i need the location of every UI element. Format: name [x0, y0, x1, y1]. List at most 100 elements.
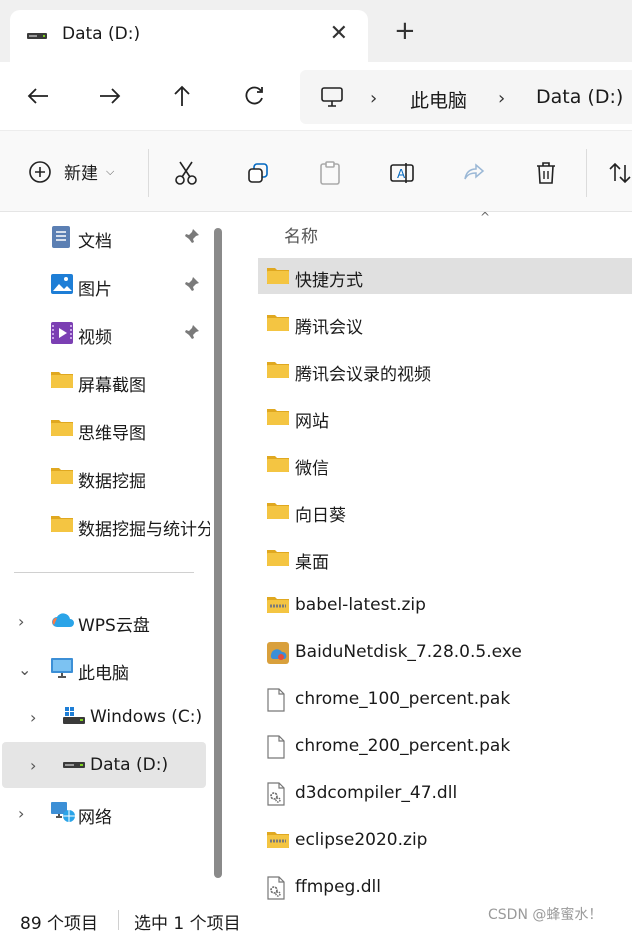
breadcrumb-chevron-icon[interactable]: ›	[370, 88, 377, 109]
breadcrumb-this-pc[interactable]: 此电脑	[410, 86, 467, 113]
address-bar[interactable]: › 此电脑 › Data (D:)	[300, 70, 632, 124]
file-row[interactable]: 桌面	[258, 540, 632, 576]
sidebar-item-windows-c[interactable]: › Windows (C:)	[0, 694, 210, 740]
sidebar-item-label: 屏幕截图	[78, 376, 146, 396]
sidebar-item-data-mining-stats[interactable]: 数据挖掘与统计分	[0, 502, 210, 548]
file-row[interactable]: chrome_200_percent.pak	[258, 728, 632, 764]
copy-icon	[248, 163, 268, 183]
back-button[interactable]	[22, 80, 54, 112]
chevron-right-icon[interactable]: ›	[18, 804, 24, 823]
toolbar-divider	[586, 149, 587, 197]
folder-icon	[50, 465, 74, 489]
refresh-button[interactable]	[238, 80, 270, 112]
dll-file-icon	[266, 876, 290, 900]
file-row[interactable]: ffmpeg.dll	[258, 869, 632, 905]
title-bar: Data (D:) ✕ +	[0, 0, 632, 62]
arrow-up-icon	[174, 85, 190, 106]
new-button[interactable]: 新建 ⌵	[28, 159, 114, 184]
delete-button[interactable]	[530, 157, 562, 189]
sort-ascending-icon: ^	[480, 210, 491, 224]
refresh-icon	[245, 86, 263, 105]
sidebar-item-screenshots[interactable]: 屏幕截图	[0, 358, 210, 404]
file-name: eclipse2020.zip	[295, 830, 428, 850]
breadcrumb-data-d[interactable]: Data (D:)	[536, 86, 623, 108]
file-icon	[266, 688, 290, 712]
chevron-right-icon[interactable]: ›	[18, 612, 24, 631]
copy-button[interactable]	[242, 157, 274, 189]
sidebar-item-wps-cloud[interactable]: › WPS云盘	[0, 598, 210, 644]
forward-button[interactable]	[94, 80, 126, 112]
chevron-down-icon: ⌵	[106, 164, 115, 178]
sidebar-item-documents[interactable]: 文档	[0, 214, 210, 260]
file-name: 快捷方式	[295, 271, 363, 291]
sort-button[interactable]	[604, 157, 632, 189]
sidebar-item-label: Windows (C:)	[90, 707, 203, 727]
navigation-bar: › 此电脑 › Data (D:)	[0, 62, 632, 130]
up-button[interactable]	[166, 80, 198, 112]
tab-data-d[interactable]: Data (D:) ✕	[10, 10, 368, 62]
file-name: ffmpeg.dll	[295, 877, 381, 897]
file-row[interactable]: chrome_100_percent.pak	[258, 681, 632, 717]
scissors-icon	[175, 161, 197, 185]
folder-icon	[266, 406, 290, 428]
folder-icon	[266, 547, 290, 569]
navigation-pane: 文档 图片 视频 屏幕截图 思维导图 数据挖掘 数据挖掘与统计分 › WPS云盘…	[0, 212, 232, 902]
file-row[interactable]: d3dcompiler_47.dll	[258, 775, 632, 811]
file-row[interactable]: 微信	[258, 446, 632, 482]
chevron-right-icon[interactable]: ›	[30, 756, 36, 775]
sidebar-item-label: 数据挖掘	[78, 472, 146, 492]
item-count: 89 个项目	[20, 914, 99, 931]
sidebar-item-label: 思维导图	[78, 424, 146, 444]
file-row[interactable]: 快捷方式	[258, 258, 632, 294]
sidebar-item-label: 视频	[78, 328, 112, 348]
file-row[interactable]: 腾讯会议录的视频	[258, 352, 632, 388]
sidebar-item-data-mining[interactable]: 数据挖掘	[0, 454, 210, 500]
pin-icon	[184, 324, 200, 344]
folder-icon	[266, 359, 290, 381]
trash-icon	[537, 162, 555, 184]
sidebar-item-this-pc[interactable]: ⌄ 此电脑	[0, 646, 210, 692]
chevron-down-icon[interactable]: ⌄	[18, 660, 31, 679]
sidebar-scrollbar[interactable]	[214, 228, 222, 878]
new-button-label: 新建	[64, 164, 98, 184]
sidebar-item-label: 数据挖掘与统计分	[78, 520, 210, 540]
file-row[interactable]: 网站	[258, 399, 632, 435]
cut-button[interactable]	[170, 157, 202, 189]
svg-text:A: A	[397, 167, 406, 181]
document-icon	[50, 225, 74, 249]
file-name: 向日葵	[295, 506, 346, 526]
breadcrumb-chevron-icon[interactable]: ›	[498, 88, 505, 109]
new-tab-button[interactable]: +	[394, 18, 416, 44]
sidebar-item-label: WPS云盘	[78, 616, 150, 636]
sidebar-item-network[interactable]: › 网络	[0, 790, 210, 836]
file-row[interactable]: 腾讯会议	[258, 305, 632, 341]
chevron-right-icon[interactable]: ›	[30, 708, 36, 727]
plus-circle-icon	[29, 160, 51, 183]
video-icon	[50, 321, 74, 345]
column-header-name[interactable]: 名称	[284, 222, 318, 247]
sidebar-item-pictures[interactable]: 图片	[0, 262, 210, 308]
sidebar-item-mindmap[interactable]: 思维导图	[0, 406, 210, 452]
paste-button[interactable]	[314, 157, 346, 189]
pictures-icon	[50, 273, 74, 297]
status-divider	[118, 910, 119, 930]
folder-icon	[50, 513, 74, 537]
file-row[interactable]: BaiduNetdisk_7.28.0.5.exe	[258, 634, 632, 670]
arrow-right-icon	[100, 88, 121, 104]
sidebar-item-label: 此电脑	[78, 664, 129, 684]
file-row[interactable]: eclipse2020.zip	[258, 822, 632, 858]
sidebar-item-videos[interactable]: 视频	[0, 310, 210, 356]
sidebar-item-label: 网络	[78, 808, 112, 828]
file-row[interactable]: 向日葵	[258, 493, 632, 529]
file-row[interactable]: babel-latest.zip	[258, 587, 632, 623]
sidebar-item-label: 文档	[78, 232, 112, 252]
rename-button[interactable]: A	[386, 157, 418, 189]
dll-file-icon	[266, 782, 290, 806]
close-tab-icon[interactable]: ✕	[330, 21, 348, 46]
file-name: 腾讯会议	[295, 318, 363, 338]
windows-drive-icon	[62, 705, 86, 729]
installer-icon	[266, 641, 290, 664]
share-button[interactable]	[458, 157, 490, 189]
sidebar-item-data-d[interactable]: › Data (D:)	[2, 742, 206, 788]
drive-icon	[62, 753, 86, 777]
